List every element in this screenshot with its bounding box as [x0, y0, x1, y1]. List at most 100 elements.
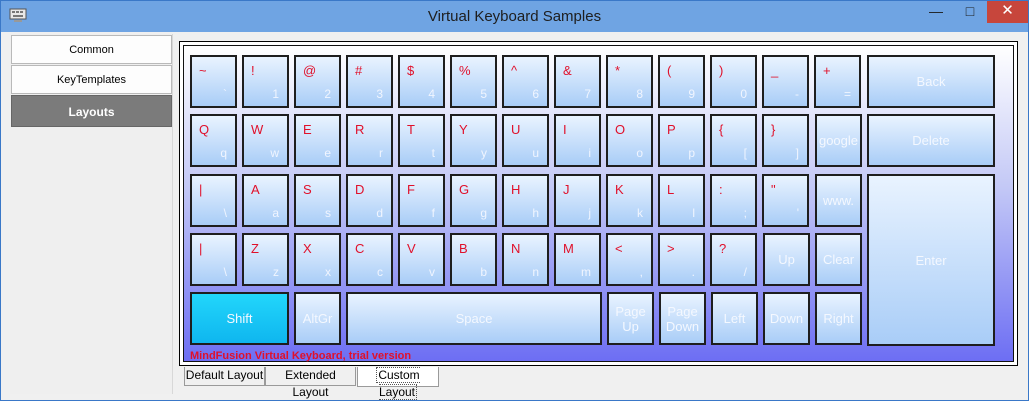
key-bottom-row-10[interactable]: ? /	[710, 233, 757, 286]
key-top-row-1[interactable]: Ww	[242, 114, 289, 167]
key-page-down[interactable]: Page Down	[659, 292, 706, 345]
key-www[interactable]: www.	[815, 174, 862, 227]
key-bottom-row-6[interactable]: Nn	[502, 233, 549, 286]
key-top-row-4[interactable]: Tt	[398, 114, 445, 167]
key-shift-label: @	[303, 63, 317, 78]
key-label: Space	[455, 311, 493, 326]
key-top-row-3[interactable]: Rr	[346, 114, 393, 167]
sidebar-item-keytemplates[interactable]: KeyTemplates	[11, 65, 172, 94]
key-number-row-1[interactable]: ! 1	[242, 55, 289, 108]
key-shift[interactable]: Shift	[190, 292, 289, 345]
sidebar-item-common[interactable]: Common	[11, 35, 172, 64]
trial-notice: MindFusion Virtual Keyboard, trial versi…	[190, 350, 412, 362]
key-top-row-0[interactable]: Qq	[190, 114, 237, 167]
key-shift-label: D	[355, 182, 365, 197]
key-base-label: n	[532, 265, 539, 279]
tab-default-layout[interactable]: Default Layout	[184, 367, 265, 386]
minimize-button[interactable]: —	[919, 1, 953, 23]
key-number-row-7[interactable]: & 7	[554, 55, 601, 108]
key-number-row-10[interactable]: ) 0	[710, 55, 757, 108]
key-bottom-row-5[interactable]: Bb	[450, 233, 497, 286]
key-base-label: r	[379, 146, 383, 160]
key-label: Right	[823, 311, 854, 326]
key-base-label: v	[429, 265, 435, 279]
tab-custom-layout[interactable]: Custom Layout	[357, 367, 439, 400]
key-back[interactable]: Back	[867, 55, 995, 108]
key-home-row-6[interactable]: Hh	[502, 174, 549, 227]
key-label: google	[818, 133, 859, 148]
key-bottom-row-7[interactable]: Mm	[554, 233, 601, 286]
key-page-up[interactable]: Page Up	[607, 292, 654, 345]
key-home-row-9[interactable]: Ll	[658, 174, 705, 227]
key-bottom-row-8[interactable]: <,	[606, 233, 653, 286]
key-base-label: =	[843, 87, 851, 101]
key-number-row-5[interactable]: % 5	[450, 55, 497, 108]
key-shift-label: B	[459, 241, 468, 256]
key-home-row-8[interactable]: Kk	[606, 174, 653, 227]
key-top-row-2[interactable]: Ee	[294, 114, 341, 167]
key-number-row-3[interactable]: #3	[346, 55, 393, 108]
key-label: Shift	[226, 311, 253, 326]
key-shift-label: $	[407, 63, 415, 78]
key-home-row-0[interactable]: | \	[190, 174, 237, 227]
key-base-label: ,	[639, 265, 643, 279]
key-shift-label: +	[823, 63, 831, 78]
key-delete[interactable]: Delete	[867, 114, 995, 167]
key-base-label: j	[588, 206, 591, 220]
key-number-row-12[interactable]: + =	[814, 55, 861, 108]
key-number-row-8[interactable]: * 8	[606, 55, 653, 108]
key-bottom-row-3[interactable]: Cc	[346, 233, 393, 286]
key-top-row-8[interactable]: Oo	[606, 114, 653, 167]
key-home-row-2[interactable]: Ss	[294, 174, 341, 227]
key-label: Page Up	[615, 303, 646, 334]
key-shift-label: X	[303, 241, 312, 256]
key-bottom-row-9[interactable]: >.	[658, 233, 705, 286]
key-shift-label: Y	[459, 122, 468, 137]
close-button[interactable]: ✕	[987, 1, 1028, 23]
key-home-row-1[interactable]: Aa	[242, 174, 289, 227]
key-space[interactable]: Space	[346, 292, 602, 345]
maximize-button[interactable]: □	[953, 1, 987, 23]
key-home-row-4[interactable]: Ff	[398, 174, 445, 227]
key-enter[interactable]: Enter	[867, 174, 995, 346]
key-number-row-2[interactable]: @2	[294, 55, 341, 108]
key-base-label: d	[376, 206, 383, 220]
key-label: www.	[822, 193, 855, 208]
key-number-row-11[interactable]: _ -	[762, 55, 809, 108]
key-home-row-10[interactable]: :;	[710, 174, 757, 227]
title-bar[interactable]: Virtual Keyboard Samples — □ ✕	[1, 1, 1028, 32]
key-google[interactable]: google	[815, 114, 862, 167]
key-bottom-row-1[interactable]: Zz	[242, 233, 289, 286]
key-right[interactable]: Right	[815, 292, 862, 345]
key-home-row-11[interactable]: " '	[762, 174, 809, 227]
key-home-row-7[interactable]: Jj	[554, 174, 601, 227]
key-number-row-9[interactable]: (9	[658, 55, 705, 108]
key-number-row-6[interactable]: ^ 6	[502, 55, 549, 108]
key-altgr[interactable]: AltGr	[294, 292, 341, 345]
key-base-label: 7	[584, 87, 591, 101]
key-home-row-3[interactable]: Dd	[346, 174, 393, 227]
key-number-row-4[interactable]: $4	[398, 55, 445, 108]
tab-custom-layout-label: Custom Layout	[376, 367, 420, 400]
key-up[interactable]: Up	[763, 233, 810, 286]
key-top-row-10[interactable]: {[	[710, 114, 757, 167]
key-clear[interactable]: Clear	[815, 233, 862, 286]
key-number-row-0[interactable]: ~ `	[190, 55, 237, 108]
key-top-row-5[interactable]: Yy	[450, 114, 497, 167]
key-base-label: '	[796, 206, 799, 220]
key-top-row-6[interactable]: Uu	[502, 114, 549, 167]
key-left[interactable]: Left	[711, 292, 758, 345]
key-bottom-row-0[interactable]: | \	[190, 233, 237, 286]
sidebar-item-layouts[interactable]: Layouts	[11, 95, 172, 127]
tab-extended-layout[interactable]: Extended Layout	[265, 367, 356, 399]
key-bottom-row-2[interactable]: Xx	[294, 233, 341, 286]
key-top-row-7[interactable]: Ii	[554, 114, 601, 167]
key-home-row-5[interactable]: Gg	[450, 174, 497, 227]
key-down[interactable]: Down	[763, 292, 810, 345]
key-shift-label: E	[303, 122, 312, 137]
key-top-row-11[interactable]: }]	[762, 114, 809, 167]
key-top-row-9[interactable]: Pp	[658, 114, 705, 167]
key-bottom-row-4[interactable]: Vv	[398, 233, 445, 286]
key-shift-label: <	[615, 241, 623, 256]
key-base-label: m	[581, 265, 591, 279]
